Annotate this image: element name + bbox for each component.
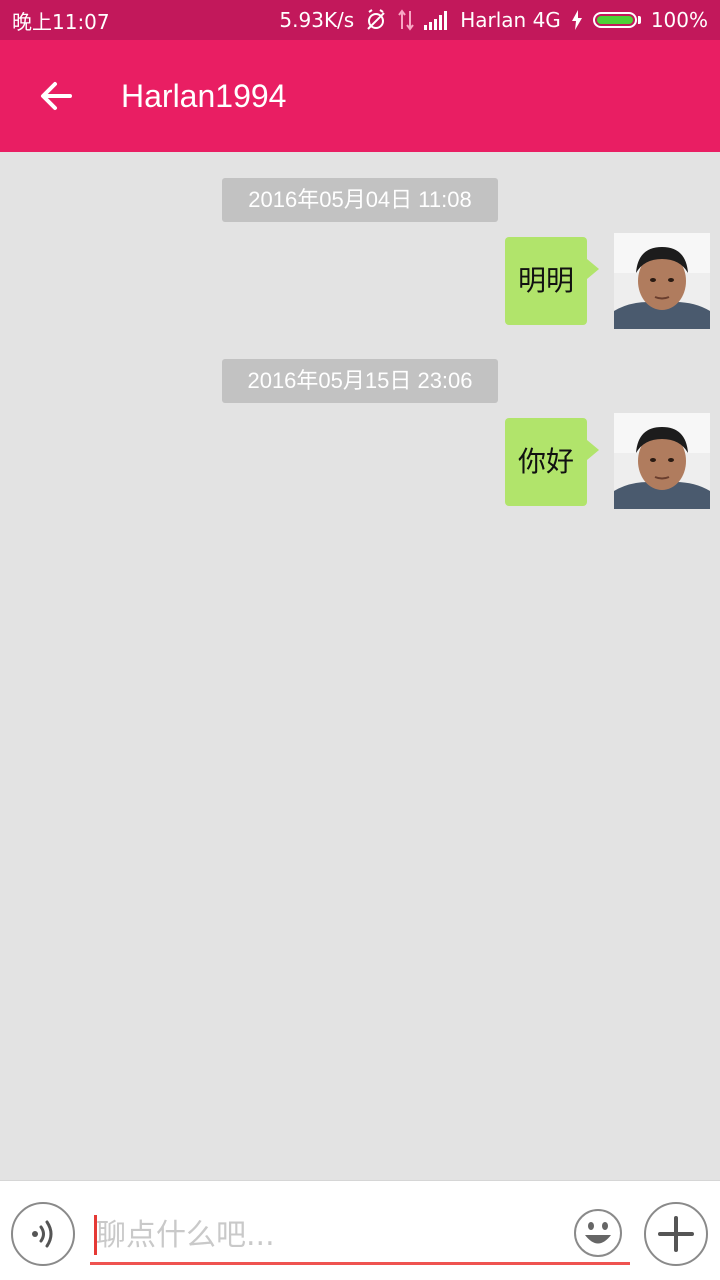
charging-icon	[571, 10, 583, 30]
message-text: 你好	[517, 445, 574, 478]
avatar[interactable]	[614, 233, 710, 329]
message-bubble[interactable]: 你好	[505, 418, 599, 506]
add-button[interactable]	[644, 1202, 708, 1266]
network-speed: 5.93K/s	[279, 8, 355, 32]
message-timestamp: 2016年05月04日 11:08	[222, 178, 498, 222]
app-bar: Harlan1994	[0, 40, 720, 152]
plus-icon	[658, 1216, 694, 1252]
message-text: 明明	[517, 264, 574, 297]
input-bar	[0, 1180, 720, 1280]
signal-icon	[424, 10, 450, 30]
voice-icon	[32, 1220, 53, 1248]
message-bubble[interactable]: 明明	[505, 237, 599, 325]
message-timestamp: 2016年05月15日 23:06	[222, 359, 498, 403]
battery-icon	[592, 12, 641, 28]
status-bar: 晚上11:07 5.93K/s Harlan 4G 100%	[0, 0, 720, 40]
message-list[interactable]: 2016年05月04日 11:08 明明 2016年05月15日 23:06 你…	[0, 152, 720, 1178]
alarm-off-icon	[364, 8, 388, 32]
status-time: 晚上11:07	[12, 9, 110, 34]
battery-percent: 100%	[650, 8, 708, 32]
voice-button[interactable]	[11, 1202, 75, 1266]
message-input[interactable]	[90, 1209, 630, 1265]
avatar[interactable]	[614, 413, 710, 509]
avatar-image	[614, 413, 710, 509]
arrow-left-icon	[41, 82, 72, 110]
emoji-icon	[574, 1209, 622, 1257]
text-cursor	[94, 1215, 97, 1255]
back-button[interactable]	[28, 72, 84, 120]
carrier-label: Harlan 4G	[460, 8, 561, 32]
avatar-image	[614, 233, 710, 329]
data-arrows-icon	[398, 9, 415, 31]
page-title: Harlan1994	[121, 78, 287, 114]
emoji-button[interactable]	[573, 1208, 623, 1258]
